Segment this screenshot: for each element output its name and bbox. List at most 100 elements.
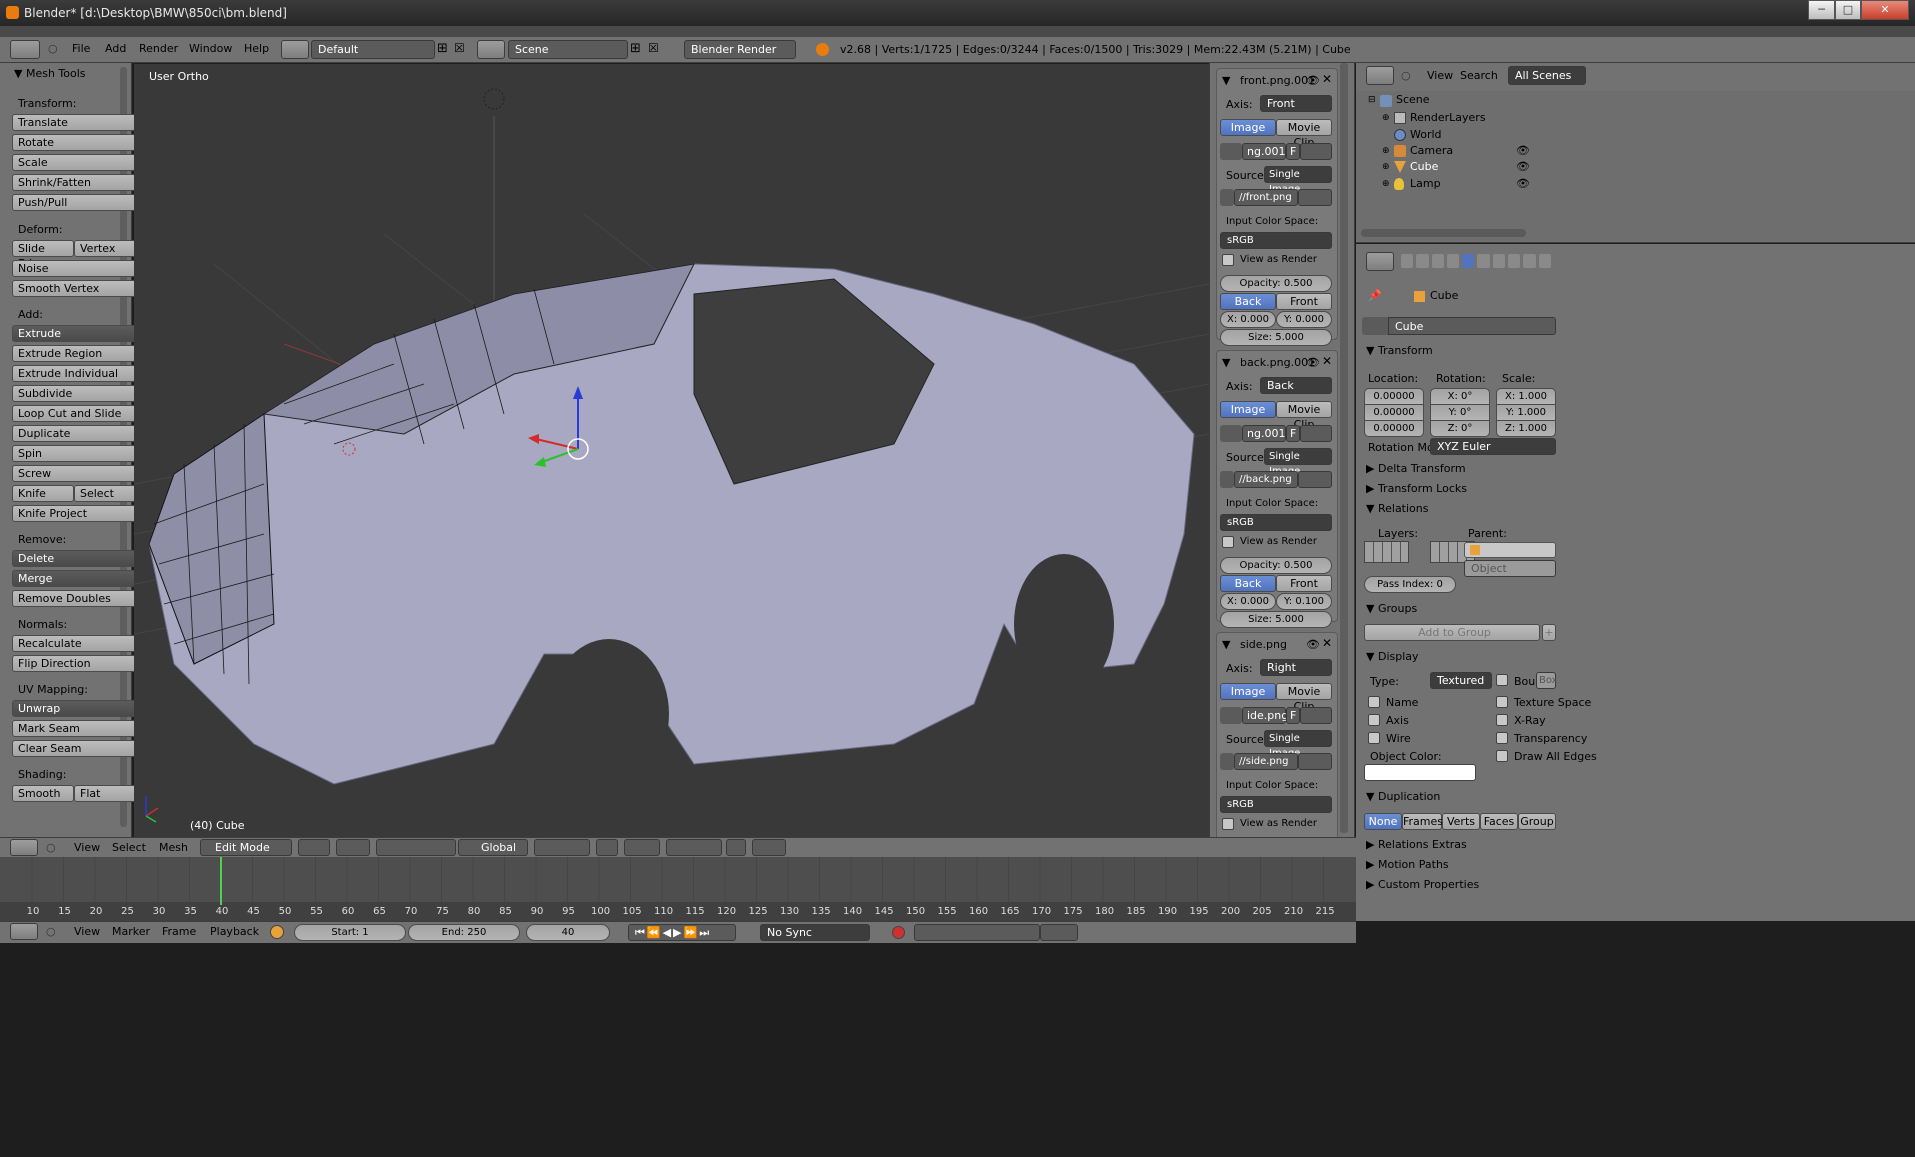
slide-vertex-button[interactable]: Vertex	[74, 240, 136, 257]
bg-image-expand-icon[interactable]: ▼	[1222, 356, 1230, 369]
bg-image-source-button[interactable]: Image	[1220, 401, 1276, 418]
parent-type-dropdown[interactable]: Object	[1464, 560, 1556, 577]
axis-checkbox[interactable]	[1368, 714, 1380, 726]
maximize-button[interactable]: □	[1835, 0, 1861, 20]
timeline-view-menu[interactable]: View	[74, 925, 100, 938]
3d-viewport[interactable]: User Ortho (40) Cube	[134, 64, 1209, 837]
translate-button[interactable]: Translate	[12, 114, 136, 131]
rotation-x-field[interactable]: X: 0°	[1430, 388, 1490, 405]
merge-menu[interactable]: Merge	[12, 570, 136, 587]
bg-image-open-icons[interactable]	[1300, 425, 1332, 442]
pin-icon[interactable]: 📌	[1368, 289, 1382, 302]
dup-group-button[interactable]: Group	[1518, 813, 1556, 830]
info-editor-type-icon[interactable]	[10, 40, 40, 59]
flip-direction-button[interactable]: Flip Direction	[12, 655, 136, 672]
keying-set-field[interactable]	[914, 924, 1040, 941]
wire-checkbox[interactable]	[1368, 732, 1380, 744]
clear-seam-button[interactable]: Clear Seam	[12, 740, 136, 757]
snap-toggle[interactable]	[666, 839, 722, 856]
bg-back-button[interactable]: Back	[1220, 575, 1276, 592]
bg-file-browse-icon[interactable]	[1298, 753, 1332, 770]
screw-button[interactable]: Screw	[12, 465, 136, 482]
bg-size-field[interactable]: Size: 5.000	[1220, 329, 1332, 346]
outliner-cube[interactable]: Cube	[1410, 160, 1438, 173]
bg-offset-y-field[interactable]: Y: 0.100	[1276, 593, 1332, 610]
texture-tab-icon[interactable]	[1538, 254, 1551, 268]
screen-layout-icon[interactable]	[281, 40, 309, 59]
spin-button[interactable]: Spin	[12, 445, 136, 462]
bounds-type-dropdown[interactable]: Box	[1536, 672, 1558, 689]
view3d-view-menu[interactable]: View	[74, 841, 100, 854]
noise-button[interactable]: Noise	[12, 260, 136, 277]
current-frame-field[interactable]: 40	[526, 924, 610, 941]
mode-dropdown[interactable]: Edit Mode	[200, 839, 292, 856]
pass-index-field[interactable]: Pass Index: 0	[1364, 576, 1456, 593]
delete-menu[interactable]: Delete	[12, 550, 136, 567]
scene-icon[interactable]	[477, 40, 505, 59]
bg-filepath-field[interactable]: //front.png	[1234, 189, 1298, 206]
bg-source-dropdown[interactable]: Single Image	[1264, 166, 1332, 195]
bg-image-visibility-eye-icon[interactable]: 👁	[1306, 74, 1320, 87]
use-preview-range-icon[interactable]	[270, 925, 284, 939]
rotation-mode-dropdown[interactable]: XYZ Euler	[1430, 438, 1556, 455]
location-z-field[interactable]: 0.00000	[1364, 420, 1424, 437]
motion-paths-header[interactable]: ▶ Motion Paths	[1366, 858, 1449, 871]
slide-edge-button[interactable]: Slide Edge	[12, 240, 74, 270]
bg-movie-clip-button[interactable]: Movie Clip	[1276, 683, 1332, 713]
material-tab-icon[interactable]	[1523, 254, 1536, 268]
display-type-dropdown[interactable]: Textured	[1430, 672, 1492, 689]
view3d-collapse-icon[interactable]: ○	[46, 841, 56, 854]
timeline-collapse-icon[interactable]: ○	[46, 925, 56, 938]
properties-editor-icon[interactable]	[1366, 252, 1394, 271]
current-frame-cursor[interactable]	[220, 857, 222, 905]
bg-view-as-render-checkbox[interactable]	[1222, 536, 1234, 548]
knife-button[interactable]: Knife	[12, 485, 74, 502]
bg-image-datablock-field[interactable]: ide.png	[1242, 707, 1288, 724]
mark-seam-button[interactable]: Mark Seam	[12, 720, 136, 737]
bg-file-browse-icon[interactable]	[1298, 189, 1332, 206]
draw-all-edges-checkbox[interactable]	[1496, 750, 1508, 762]
outliner-hscrollbar[interactable]	[1361, 229, 1526, 237]
rotation-z-field[interactable]: Z: 0°	[1430, 420, 1490, 437]
timeline-editor-icon[interactable]	[10, 923, 38, 940]
start-frame-field[interactable]: Start: 1	[294, 924, 406, 941]
bg-offset-x-field[interactable]: X: 0.000	[1220, 593, 1276, 610]
extrude-individual-button[interactable]: Extrude Individual	[12, 365, 136, 382]
bg-image-visibility-eye-icon[interactable]: 👁	[1306, 356, 1320, 369]
extrude-region-button[interactable]: Extrude Region	[12, 345, 136, 362]
unwrap-menu[interactable]: Unwrap	[12, 700, 136, 717]
bg-offset-x-field[interactable]: X: 0.000	[1220, 311, 1276, 328]
viewport-shading-dropdown[interactable]	[298, 839, 330, 856]
dup-faces-button[interactable]: Faces	[1480, 813, 1518, 830]
sync-mode-dropdown[interactable]: No Sync	[760, 924, 870, 941]
object-name-field[interactable]: Cube	[1388, 317, 1556, 335]
proportional-edit-dropdown[interactable]	[624, 839, 660, 856]
scene-field[interactable]: Scene	[508, 40, 628, 59]
groups-header[interactable]: ▼ Groups	[1366, 602, 1417, 615]
transform-orientation-dropdown[interactable]: Global	[458, 839, 528, 856]
add-to-group-button[interactable]: Add to Group	[1364, 624, 1540, 641]
outliner-world[interactable]: World	[1410, 128, 1442, 141]
timeline[interactable]: 10 15 20 25 30 35 40 45 50 55 60 65 70 75 80 85 90 95 100 1…	[0, 857, 1356, 921]
smooth-vertex-button[interactable]: Smooth Vertex	[12, 280, 136, 297]
render-tab-icon[interactable]	[1401, 254, 1414, 268]
outliner-renderlayers[interactable]: RenderLayers	[1410, 111, 1486, 124]
minimize-button[interactable]: ─	[1808, 0, 1835, 20]
cube-visibility-eye-icon[interactable]: 👁	[1516, 160, 1530, 173]
layers-grid-a[interactable]	[1364, 541, 1409, 563]
camera-visibility-eye-icon[interactable]: 👁	[1516, 144, 1530, 157]
delta-transform-header[interactable]: ▶ Delta Transform	[1366, 462, 1466, 475]
bg-filepath-field[interactable]: //back.png	[1234, 471, 1298, 488]
object-color-swatch[interactable]	[1364, 764, 1476, 781]
duplicate-button[interactable]: Duplicate	[12, 425, 136, 442]
data-tab-icon[interactable]	[1508, 254, 1521, 268]
relations-header[interactable]: ▼ Relations	[1366, 502, 1428, 515]
custom-properties-header[interactable]: ▶ Custom Properties	[1366, 878, 1479, 891]
opengl-render-icons[interactable]	[752, 839, 786, 856]
texture-space-checkbox[interactable]	[1496, 696, 1508, 708]
outliner-search-menu[interactable]: Search	[1460, 69, 1498, 82]
view3d-mesh-menu[interactable]: Mesh	[159, 841, 188, 854]
view3d-select-menu[interactable]: Select	[112, 841, 146, 854]
extrude-menu[interactable]: Extrude	[12, 325, 136, 342]
bg-filepath-field[interactable]: //side.png	[1234, 753, 1298, 770]
